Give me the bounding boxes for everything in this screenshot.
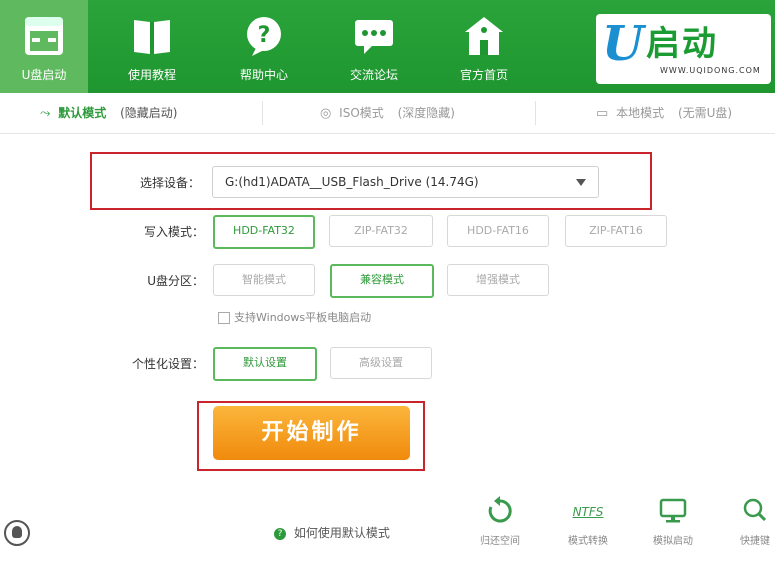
tool-label: 快捷键: [740, 536, 770, 547]
logo-text: 启动: [646, 24, 718, 64]
divider: [262, 101, 263, 125]
personal-option-default[interactable]: 默认设置: [213, 347, 317, 381]
tab-default-mode[interactable]: ⤳ 默认模式 (隐藏启动): [40, 93, 177, 133]
device-value: G:(hd1)ADATA__USB_Flash_Drive (14.74G): [225, 175, 479, 189]
mode-sub: (深度隐藏): [397, 106, 455, 120]
nav-label: 使用教程: [127, 68, 176, 82]
home-icon: [462, 14, 506, 62]
restore-icon: [465, 495, 535, 525]
write-option-hdd-fat16[interactable]: HDD-FAT16: [447, 215, 549, 247]
mode-label: ISO模式: [339, 106, 384, 120]
tool-hotkey[interactable]: 快捷键: [720, 495, 775, 547]
logo-u: U: [602, 16, 644, 72]
nav-usb-boot[interactable]: U盘启动: [0, 0, 88, 93]
divider: [535, 101, 536, 125]
write-mode-label: 写入模式：: [143, 225, 204, 239]
tab-local-mode[interactable]: ▭ 本地模式 (无需U盘): [596, 93, 732, 133]
partition-option-compatible[interactable]: 兼容模式: [330, 264, 434, 298]
search-icon: [720, 495, 775, 525]
start-button[interactable]: 开始制作: [213, 406, 410, 460]
tool-simulate-boot[interactable]: 模拟启动: [638, 495, 708, 547]
help-link[interactable]: ? 如何使用默认模式: [274, 524, 390, 541]
ntfs-icon: NTFS: [553, 495, 623, 525]
nav-forum[interactable]: 交流论坛: [330, 0, 418, 93]
personal-option-advanced[interactable]: 高级设置: [330, 347, 432, 379]
tab-iso-mode[interactable]: ◎ ISO模式 (深度隐藏): [320, 93, 455, 133]
help-link-text: 如何使用默认模式: [293, 526, 390, 540]
book-icon: [130, 14, 174, 62]
usb-icon: ⤳: [40, 106, 51, 121]
monitor-icon: [638, 495, 708, 525]
mode-sub: (无需U盘): [677, 106, 733, 120]
svg-text:?: ?: [258, 23, 271, 48]
nav-tutorial[interactable]: 使用教程: [108, 0, 196, 93]
nav-label: U盘启动: [21, 68, 67, 82]
partition-label: U盘分区：: [147, 274, 204, 288]
tool-label: 归还空间: [480, 536, 520, 547]
personalize-label: 个性化设置：: [131, 357, 204, 371]
tool-format-convert[interactable]: NTFS 模式转换: [553, 495, 623, 547]
chat-icon: [352, 14, 396, 62]
write-option-zip-fat32[interactable]: ZIP-FAT32: [329, 215, 433, 247]
tool-label: 模拟启动: [653, 536, 693, 547]
monitor-icon: ▭: [596, 106, 609, 121]
qq-icon[interactable]: [4, 520, 30, 546]
mode-label: 本地模式: [616, 106, 665, 120]
mode-tabs: ⤳ 默认模式 (隐藏启动) ◎ ISO模式 (深度隐藏) ▭ 本地模式 (无需U…: [0, 93, 775, 134]
question-icon: ?: [274, 527, 286, 540]
partition-option-enhanced[interactable]: 增强模式: [447, 264, 549, 296]
device-select[interactable]: G:(hd1)ADATA__USB_Flash_Drive (14.74G): [212, 166, 599, 198]
nav-help-center[interactable]: ? 帮助中心: [220, 0, 308, 93]
help-icon: ?: [242, 14, 286, 62]
brand-logo: U 启动 WWW.UQIDONG.COM: [596, 14, 771, 84]
write-option-hdd-fat32[interactable]: HDD-FAT32: [213, 215, 315, 249]
ntfs-icon-text: NTFS: [572, 505, 604, 519]
tool-restore-space[interactable]: 归还空间: [465, 495, 535, 547]
tool-label: 模式转换: [568, 536, 608, 547]
logo-url: WWW.UQIDONG.COM: [660, 66, 761, 75]
mode-label: 默认模式: [58, 106, 107, 120]
disc-icon: ◎: [320, 106, 332, 121]
tablet-boot-checkbox[interactable]: [218, 312, 230, 324]
device-label: 选择设备：: [139, 176, 200, 190]
nav-label: 官方首页: [459, 68, 508, 82]
nav-label: 交流论坛: [349, 68, 398, 82]
partition-option-smart[interactable]: 智能模式: [213, 264, 315, 296]
mode-sub: (隐藏启动): [120, 106, 178, 120]
chevron-down-icon[interactable]: [576, 179, 586, 186]
nav-label: 帮助中心: [239, 68, 288, 82]
write-option-zip-fat16[interactable]: ZIP-FAT16: [565, 215, 667, 247]
nav-home[interactable]: 官方首页: [440, 0, 528, 93]
window-icon: [22, 14, 66, 62]
top-nav-bar: U盘启动 使用教程 ? 帮助中心 交流论坛 官方首页 U 启动 WWW.UQID…: [0, 0, 775, 93]
tablet-boot-label: 支持Windows平板电脑启动: [234, 311, 372, 324]
